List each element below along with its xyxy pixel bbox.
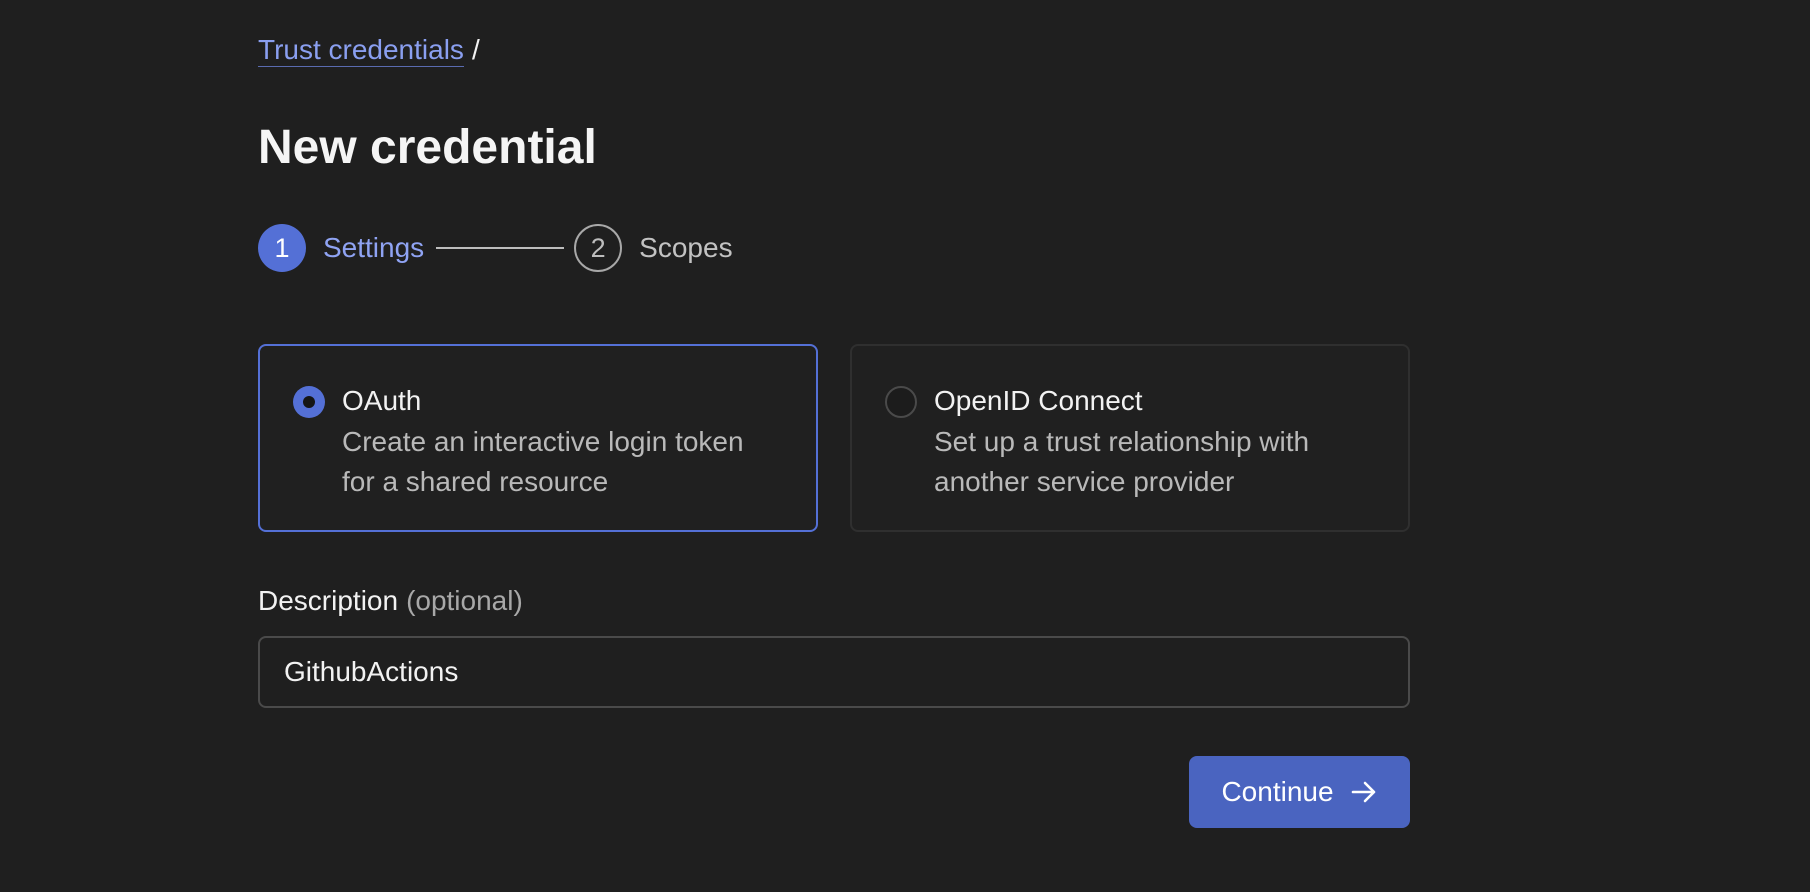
breadcrumb-separator: /: [471, 34, 480, 65]
arrow-right-icon: [1350, 778, 1378, 806]
description-label-text: Description: [258, 585, 399, 616]
option-description-openid-connect: Set up a trust relationship with another…: [934, 426, 1310, 497]
page: Trust credentials / New credential 1 Sett…: [0, 0, 1810, 892]
continue-button-label: Continue: [1221, 776, 1334, 807]
option-description-oauth: Create an interactive login token for a …: [342, 426, 744, 497]
step-2-indicator: 2: [574, 224, 623, 272]
description-label-optional: (optional): [406, 585, 523, 616]
step-2-label: Scopes: [639, 232, 733, 263]
description-label: Description (optional): [258, 582, 523, 620]
stepper: 1 Settings 2 Scopes: [258, 224, 733, 272]
option-title-openid-connect: OpenID Connect: [934, 385, 1143, 416]
step-connector: [436, 247, 565, 249]
breadcrumb-link-trust-credentials[interactable]: Trust credentials: [258, 34, 464, 67]
radio-openid-connect[interactable]: [885, 386, 917, 418]
step-1-indicator: 1: [258, 224, 306, 272]
step-1-label: Settings: [323, 232, 425, 263]
breadcrumb: Trust credentials /: [258, 32, 480, 68]
continue-button[interactable]: Continue: [1189, 756, 1410, 828]
page-title: New credential: [258, 121, 597, 174]
option-card-openid-connect[interactable]: OpenID Connect Set up a trust relationsh…: [850, 344, 1410, 532]
radio-oauth[interactable]: [293, 386, 325, 418]
option-card-oauth[interactable]: OAuth Create an interactive login token …: [258, 344, 818, 532]
option-title-oauth: OAuth: [342, 385, 422, 416]
description-input[interactable]: [258, 636, 1410, 708]
